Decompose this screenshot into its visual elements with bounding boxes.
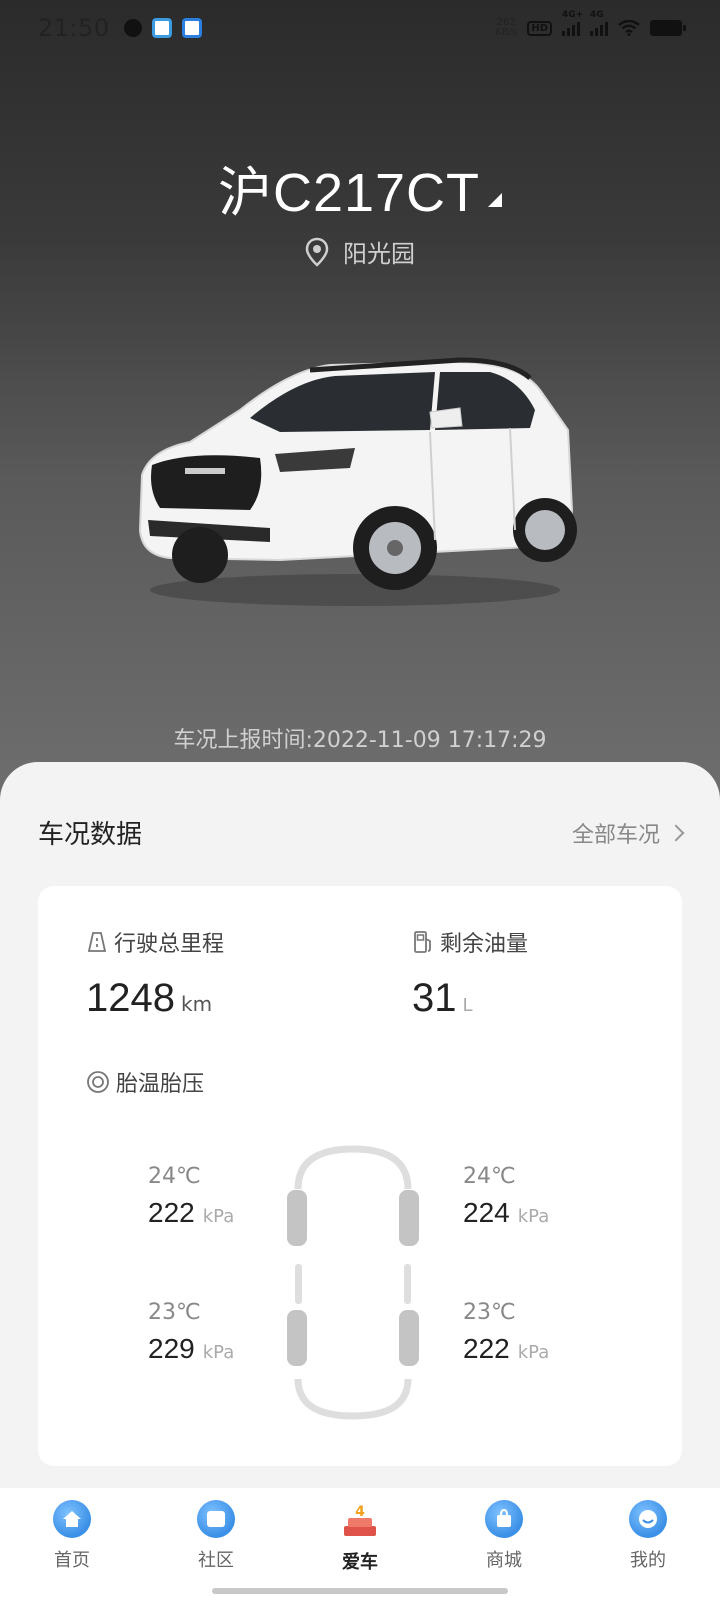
nav-label: 首页 — [54, 1550, 90, 1571]
sheet-header: 车况数据 全部车况 — [38, 814, 685, 851]
road-icon — [87, 932, 107, 952]
plate-row[interactable]: 沪C217CT — [0, 148, 720, 227]
home-icon — [53, 1500, 91, 1538]
chevron-right-icon — [667, 824, 685, 841]
status-time: 21:50 — [38, 14, 110, 42]
tire-temp: 23℃ — [148, 1300, 201, 1325]
status-card: 行驶总里程 1248 km 剩余油量 31 L 胎温胎压 24℃ 222 kPa… — [38, 886, 682, 1466]
status-bar: 21:50 262 KB/s HD 4G+ 4G — [0, 0, 720, 56]
nav-label: 我的 — [630, 1550, 666, 1571]
tire-temp: 24℃ — [463, 1164, 516, 1189]
fuel-pump-icon — [414, 931, 431, 953]
nav-label: 社区 — [198, 1550, 234, 1571]
profile-icon — [629, 1500, 667, 1538]
tire-temp: 23℃ — [463, 1300, 516, 1325]
wifi-icon — [618, 20, 640, 36]
fuel-unit: L — [462, 995, 473, 1016]
shop-icon — [485, 1500, 523, 1538]
tire-icon — [87, 1071, 109, 1093]
tire-front-right: 24℃ 224 kPa — [463, 1164, 583, 1229]
location-pin-icon — [305, 237, 329, 267]
tire-pressure: 224 — [463, 1197, 510, 1228]
tire-pressure: 222 — [148, 1197, 195, 1228]
wheel-front-right — [399, 1190, 419, 1246]
clock-app-icon — [151, 18, 172, 38]
status-notification-icons — [123, 18, 202, 38]
tire-pressure-unit: kPa — [517, 1342, 550, 1363]
car-image — [138, 357, 577, 606]
tire-front-left: 24℃ 222 kPa — [148, 1164, 268, 1229]
tire-temp: 24℃ — [148, 1164, 201, 1189]
signal-4g-plus-label: 4G+ — [562, 10, 584, 20]
fuel-label: 剩余油量 — [440, 932, 529, 957]
tire-rear-right: 23℃ 222 kPa — [463, 1300, 583, 1365]
network-speed-unit: KB/s — [495, 27, 518, 38]
report-time: 车况上报时间:2022-11-09 17:17:29 — [173, 728, 547, 753]
all-status-link[interactable]: 全部车况 — [571, 817, 685, 849]
mileage-label: 行驶总里程 — [114, 932, 225, 957]
home-indicator[interactable] — [212, 1588, 508, 1594]
location-row: 阳光园 — [0, 234, 720, 269]
all-status-label: 全部车况 — [571, 822, 660, 848]
mileage-value: 1248 — [86, 976, 175, 1020]
nav-home[interactable]: 首页 — [22, 1500, 122, 1572]
tire-section-header: 胎温胎压 — [86, 1066, 204, 1098]
battery-icon — [650, 20, 686, 36]
bottom-nav: 首页 社区 4 爱车 商城 我的 — [0, 1488, 720, 1600]
nav-label: 商城 — [486, 1550, 522, 1571]
wheel-rear-left — [287, 1310, 307, 1366]
hd-icon: HD — [527, 20, 552, 36]
signal-4g-icon: 4G — [590, 10, 608, 36]
wheel-rear-right — [399, 1310, 419, 1366]
wheel-front-left — [287, 1190, 307, 1246]
nav-community[interactable]: 社区 — [166, 1500, 266, 1572]
community-icon — [197, 1500, 235, 1538]
license-plate[interactable]: 沪C217CT — [218, 163, 480, 223]
vehicle-status-sheet: 车况数据 全部车况 行驶总里程 1248 km 剩余油量 31 L 胎温胎压 2… — [0, 762, 720, 1502]
tire-rear-left: 23℃ 229 kPa — [148, 1300, 268, 1365]
signal-4g-label: 4G — [590, 10, 604, 20]
nav-label: 爱车 — [342, 1552, 378, 1573]
svg-text:4: 4 — [355, 1504, 365, 1520]
app-notification-icon — [123, 19, 142, 37]
tire-pressure: 222 — [463, 1333, 510, 1364]
cloud-app-icon — [181, 18, 202, 38]
nav-profile[interactable]: 我的 — [598, 1500, 698, 1572]
plate-dropdown-icon[interactable] — [488, 193, 503, 207]
tire-pressure: 229 — [148, 1333, 195, 1364]
car-cake-icon: 4 — [344, 1504, 376, 1536]
tire-pressure-unit: kPa — [202, 1206, 235, 1227]
tire-label: 胎温胎压 — [116, 1072, 205, 1097]
fuel-value: 31 — [412, 976, 457, 1020]
section-title: 车况数据 — [38, 820, 143, 850]
mileage-unit: km — [180, 992, 213, 1016]
car-topview-diagram — [287, 1145, 419, 1420]
nav-shop[interactable]: 商城 — [454, 1500, 554, 1572]
mileage-metric: 行驶总里程 1248 km — [86, 926, 224, 1021]
tire-pressure-unit: kPa — [202, 1342, 235, 1363]
nav-my-car[interactable]: 4 爱车 — [310, 1500, 410, 1574]
signal-4g-plus-icon: 4G+ — [562, 10, 583, 36]
location-name: 阳光园 — [343, 240, 415, 268]
network-speed: 262 KB/s — [495, 18, 517, 38]
fuel-metric: 剩余油量 31 L — [412, 926, 528, 1021]
tire-pressure-unit: kPa — [517, 1206, 550, 1227]
status-right-icons: 262 KB/s HD 4G+ 4G — [495, 10, 686, 38]
